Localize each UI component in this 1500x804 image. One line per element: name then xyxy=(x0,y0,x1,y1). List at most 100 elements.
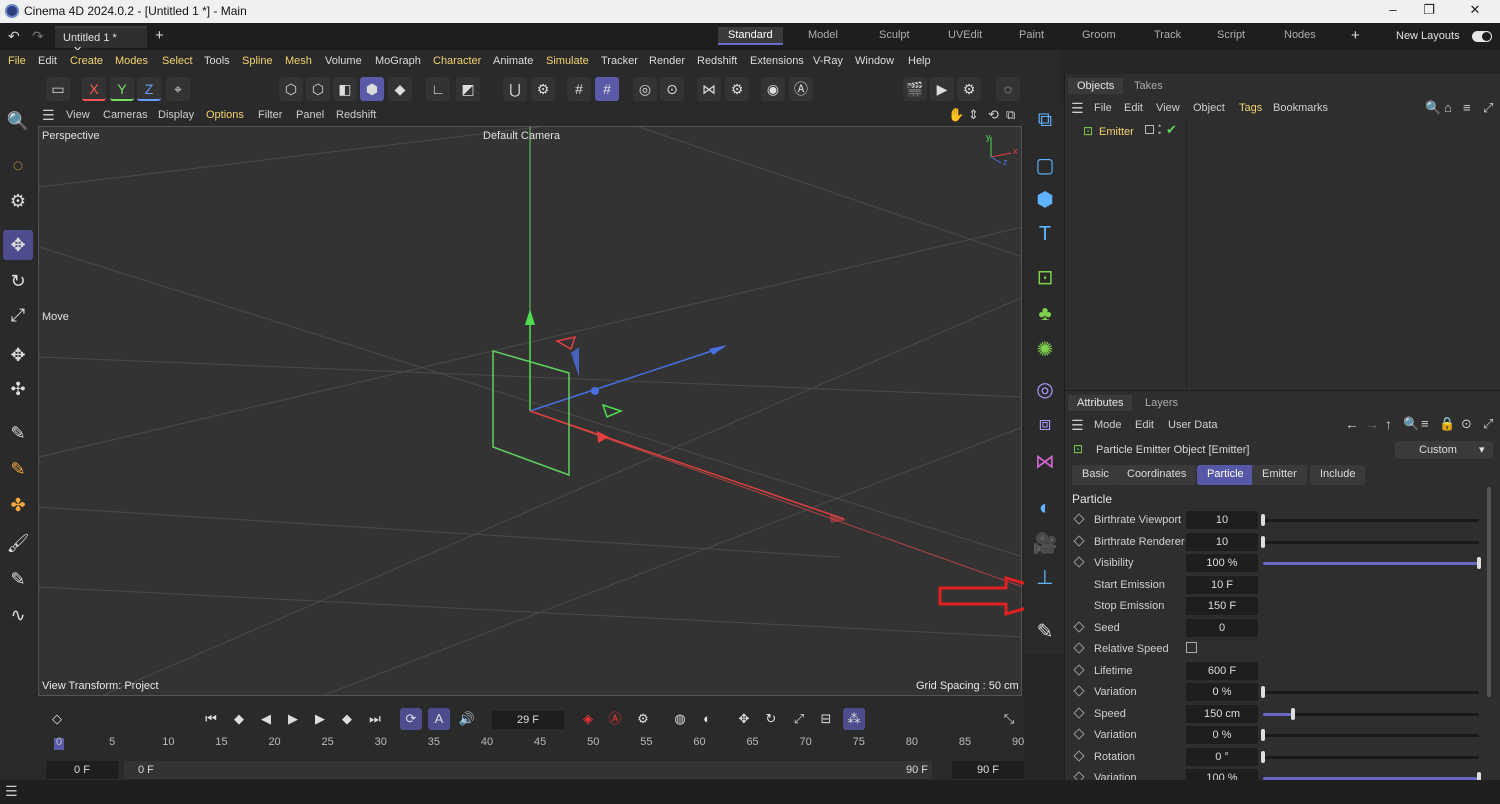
move-gizmo[interactable] xyxy=(525,309,847,523)
axis-z-button[interactable]: Z xyxy=(137,77,161,101)
solo-icon[interactable]: ◩ xyxy=(456,77,480,101)
vp-menu-display[interactable]: Display xyxy=(158,109,194,121)
camera-view-icon[interactable]: ⧉ xyxy=(1029,104,1061,136)
param-value-field[interactable]: 0 ° xyxy=(1186,747,1258,766)
snap-icon[interactable]: ⋃ xyxy=(503,77,527,101)
redo-icon[interactable]: ↷ xyxy=(32,28,44,45)
maximize-icon[interactable]: ❐ xyxy=(1414,2,1444,20)
scale-key-icon[interactable]: ◐ xyxy=(696,708,718,730)
texture-mode-icon[interactable]: ◆ xyxy=(388,77,412,101)
object-name[interactable]: Emitter xyxy=(1099,126,1134,138)
enabled-check-icon[interactable]: ✔ xyxy=(1166,122,1177,138)
cloner-object-icon[interactable]: ♣ xyxy=(1029,298,1061,330)
layout-uvedit[interactable]: UVEdit xyxy=(948,29,982,41)
live-selection-icon[interactable]: ◌ xyxy=(3,150,33,180)
param-slider-knob[interactable] xyxy=(1261,686,1265,698)
menu-spline[interactable]: Spline xyxy=(242,55,273,67)
objects-hamburger-icon[interactable]: ☰ xyxy=(1071,100,1084,117)
knife-icon[interactable]: ✎ xyxy=(3,564,33,594)
current-frame-field[interactable]: 29 F xyxy=(492,711,564,729)
param-slider-track[interactable] xyxy=(1263,540,1479,544)
attributes-scrollbar[interactable] xyxy=(1487,487,1491,697)
parameter-key-icon[interactable]: ⊟ xyxy=(815,708,837,730)
param-slider-track[interactable] xyxy=(1263,712,1479,716)
playback-rate-icon[interactable]: A xyxy=(428,708,450,730)
layout-standard[interactable]: Standard xyxy=(718,27,783,45)
symmetry-icon[interactable]: ◎ xyxy=(633,77,657,101)
param-value-field[interactable]: 600 F xyxy=(1186,661,1258,680)
point-level-icon[interactable]: ⁂ xyxy=(843,708,865,730)
menu-create[interactable]: Create xyxy=(70,55,103,67)
menu-render[interactable]: Render xyxy=(649,55,685,67)
param-value-field[interactable]: 150 F xyxy=(1186,597,1258,615)
move-tool-icon[interactable]: ✥ xyxy=(3,230,33,260)
menu-extensions[interactable]: Extensions xyxy=(750,55,804,67)
next-key-icon[interactable]: ◆ xyxy=(336,708,358,730)
modeling-axis-icon[interactable]: ⊙ xyxy=(660,77,684,101)
status-hamburger-icon[interactable]: ☰ xyxy=(5,783,18,800)
lock-icon[interactable]: ◉ xyxy=(761,77,785,101)
floor-object-icon[interactable]: ⊥ xyxy=(1029,562,1061,594)
section-particle[interactable]: Particle xyxy=(1197,465,1254,485)
param-slider-knob[interactable] xyxy=(1291,707,1296,720)
layout-script[interactable]: Script xyxy=(1217,29,1245,41)
section-coordinates[interactable]: Coordinates xyxy=(1117,465,1197,485)
expand-attributes-icon[interactable]: ⤢ xyxy=(1483,416,1493,432)
rotation-key-icon[interactable]: ↻ xyxy=(760,708,782,730)
vp-menu-options[interactable]: Options xyxy=(206,109,244,121)
polygons-mode-icon[interactable]: ◧ xyxy=(333,77,357,101)
spline-pen-icon[interactable]: ✎ xyxy=(3,418,33,448)
layout-sculpt[interactable]: Sculpt xyxy=(879,29,910,41)
menu-mograph[interactable]: MoGraph xyxy=(375,55,421,67)
forward-arrow-icon[interactable]: → xyxy=(1365,416,1379,432)
section-emitter[interactable]: Emitter xyxy=(1252,465,1307,485)
sky-icon[interactable]: ◐ xyxy=(1029,492,1061,524)
animate-diamond-icon[interactable] xyxy=(1073,706,1085,719)
spline-deformer-icon[interactable]: ⧈ xyxy=(1029,408,1061,440)
play-icon[interactable]: ▶ xyxy=(282,708,304,730)
layout-model[interactable]: Model xyxy=(808,29,838,41)
param-value-field[interactable]: 10 F xyxy=(1186,575,1258,594)
render-view-icon[interactable]: 🎬 xyxy=(903,77,927,101)
vp-menu-cameras[interactable]: Cameras xyxy=(103,109,148,121)
snap-settings-icon[interactable]: ⚙ xyxy=(531,77,555,101)
param-slider-track[interactable] xyxy=(1263,519,1479,522)
start-frame-field[interactable]: 0 F xyxy=(46,761,118,779)
minimize-icon[interactable]: – xyxy=(1378,2,1408,20)
obj-menu-edit[interactable]: Edit xyxy=(1124,102,1143,114)
workplane-icon[interactable]: ∟ xyxy=(426,77,450,101)
go-to-end-icon[interactable]: ⏭ xyxy=(364,708,386,730)
layer-icon[interactable] xyxy=(1145,125,1154,134)
menu-tools[interactable]: Tools xyxy=(204,55,230,67)
lock-attributes-icon[interactable]: 🔒 xyxy=(1439,416,1455,432)
tab-layers[interactable]: Layers xyxy=(1145,397,1178,409)
menu-mesh[interactable]: Mesh xyxy=(285,55,312,67)
visibility-dots-icon[interactable]: • • xyxy=(1158,122,1161,138)
orbit-icon[interactable]: ⟲ xyxy=(988,107,999,123)
param-value-field[interactable]: 10 xyxy=(1186,532,1258,551)
primitive-plane-icon[interactable]: ▢ xyxy=(1029,150,1061,182)
param-slider-knob[interactable] xyxy=(1261,750,1265,763)
animate-diamond-icon[interactable] xyxy=(1073,556,1085,568)
animate-diamond-icon[interactable] xyxy=(1073,728,1085,740)
record-icon[interactable]: ◈ xyxy=(577,708,599,730)
end-frame-field[interactable]: 90 F xyxy=(952,761,1024,779)
param-slider-track[interactable] xyxy=(1263,734,1479,737)
camera-object-icon[interactable]: 🎥 xyxy=(1029,528,1061,560)
preset-dropdown[interactable]: Custom ▾ xyxy=(1395,441,1493,459)
menu-character[interactable]: Character xyxy=(433,55,481,67)
search-attributes-icon[interactable]: 🔍 xyxy=(1403,416,1419,432)
spline-sketch-icon[interactable]: ✎ xyxy=(3,454,33,484)
layout-nodes[interactable]: Nodes xyxy=(1284,29,1316,41)
menu-simulate[interactable]: Simulate xyxy=(546,55,589,67)
cube-icon[interactable]: ⬢ xyxy=(1029,184,1061,216)
layout-track[interactable]: Track xyxy=(1154,29,1181,41)
auto-icon[interactable]: Ⓐ xyxy=(789,77,813,101)
menu-tracker[interactable]: Tracker xyxy=(601,55,638,67)
animate-diamond-icon[interactable] xyxy=(1073,642,1085,654)
dolly-icon[interactable]: ⇕ xyxy=(968,107,979,123)
menu-modes[interactable]: Modes xyxy=(115,55,148,67)
param-checkbox[interactable] xyxy=(1186,642,1197,653)
undo-icon[interactable]: ↶ xyxy=(8,28,20,45)
effector-icon[interactable]: ✺ xyxy=(1029,334,1061,366)
